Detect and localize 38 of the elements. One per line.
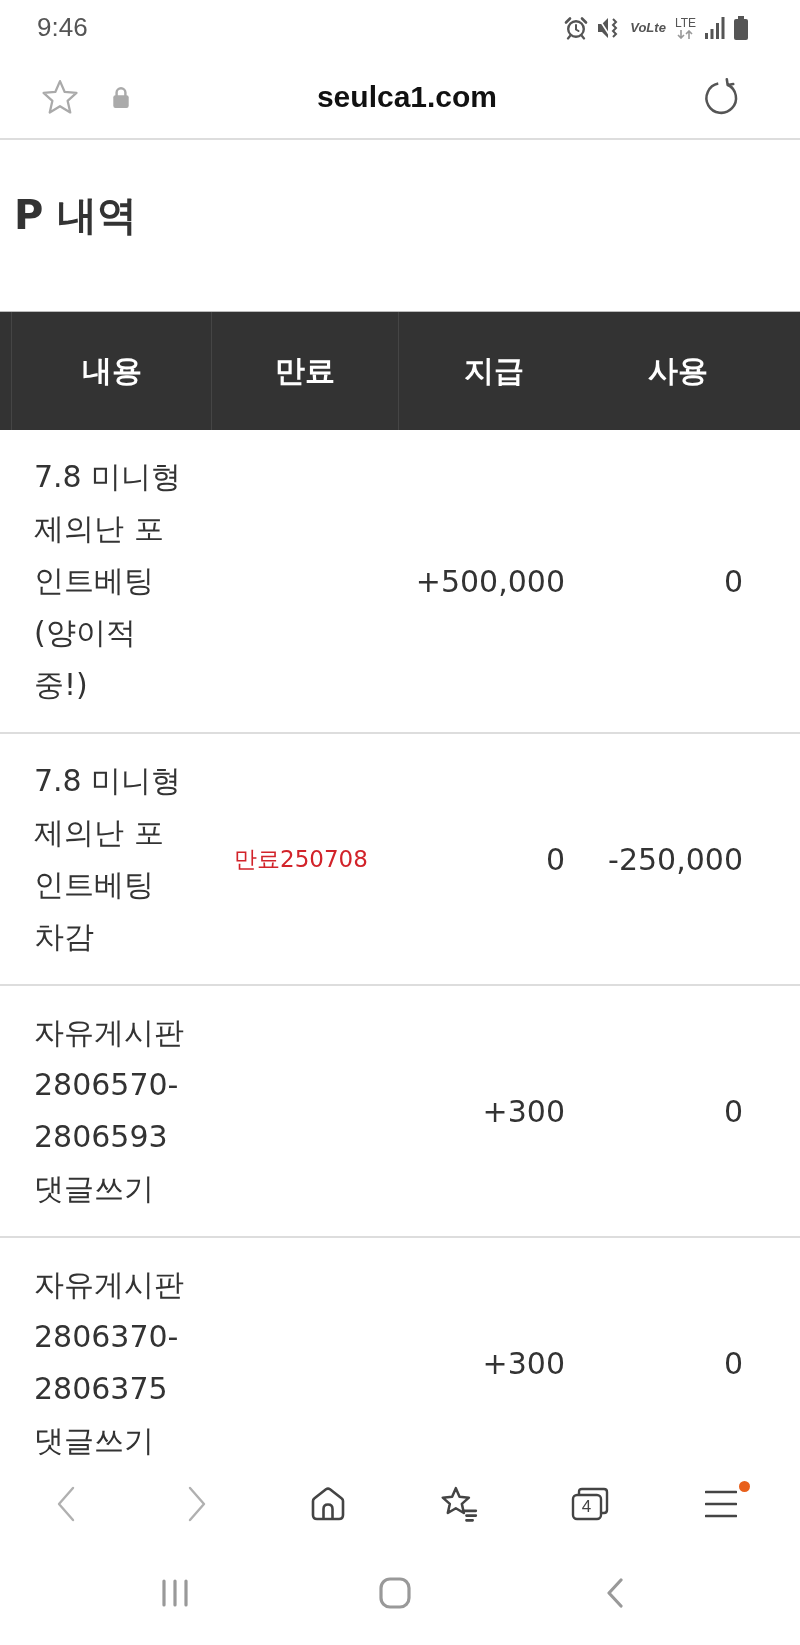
- chevron-right-icon: [186, 1485, 207, 1522]
- tabs-icon: [570, 1486, 609, 1521]
- column-header: 만료: [275, 351, 335, 390]
- chevron-left-icon: [55, 1485, 76, 1522]
- points-granted: +500,000: [415, 563, 565, 599]
- tabs-button[interactable]: 4: [556, 1476, 623, 1531]
- entry-description: 자유게시판 2806370-2806375 댓글쓰기: [34, 1266, 185, 1460]
- star-icon[interactable]: [41, 78, 79, 115]
- points-granted: 0: [545, 841, 565, 877]
- battery-icon: [734, 15, 748, 40]
- entry-description: 7.8 미니형 제의난 포인트베팅 차감: [34, 762, 183, 956]
- points-used: 0: [723, 1345, 743, 1381]
- entry-description: 7.8 미니형 제의난 포인트베팅(양이적중!): [34, 458, 183, 704]
- star-list-icon: [439, 1485, 478, 1522]
- column-header: 사용: [648, 351, 708, 390]
- volte-label: VoLte: [630, 20, 666, 35]
- back-icon[interactable]: [606, 1577, 624, 1608]
- column-header: 내용: [81, 351, 142, 390]
- url-text[interactable]: seulca1.com: [316, 79, 498, 114]
- recent-apps-icon[interactable]: [161, 1578, 189, 1607]
- entry-description: 자유게시판 2806570-2806593 댓글쓰기: [34, 1014, 185, 1208]
- signal-icon: [705, 16, 725, 39]
- alarm-icon: [564, 15, 589, 40]
- page-title: P 내역: [14, 192, 138, 238]
- data-arrows-icon: [677, 29, 694, 39]
- network-label: LTE: [674, 16, 696, 29]
- expiry-date: 만료250708: [234, 844, 368, 874]
- menu-icon: [704, 1489, 737, 1518]
- points-used: 0: [723, 1093, 743, 1129]
- points-granted: +300: [482, 1093, 565, 1129]
- reload-icon[interactable]: [702, 77, 740, 116]
- home-icon: [310, 1486, 345, 1521]
- points-used: -250,000: [608, 841, 743, 877]
- column-header: 지급: [464, 351, 524, 390]
- points-granted: +300: [482, 1345, 565, 1381]
- points-used: 0: [723, 563, 743, 599]
- home-icon[interactable]: [379, 1576, 411, 1609]
- status-time: 9:46: [37, 12, 88, 43]
